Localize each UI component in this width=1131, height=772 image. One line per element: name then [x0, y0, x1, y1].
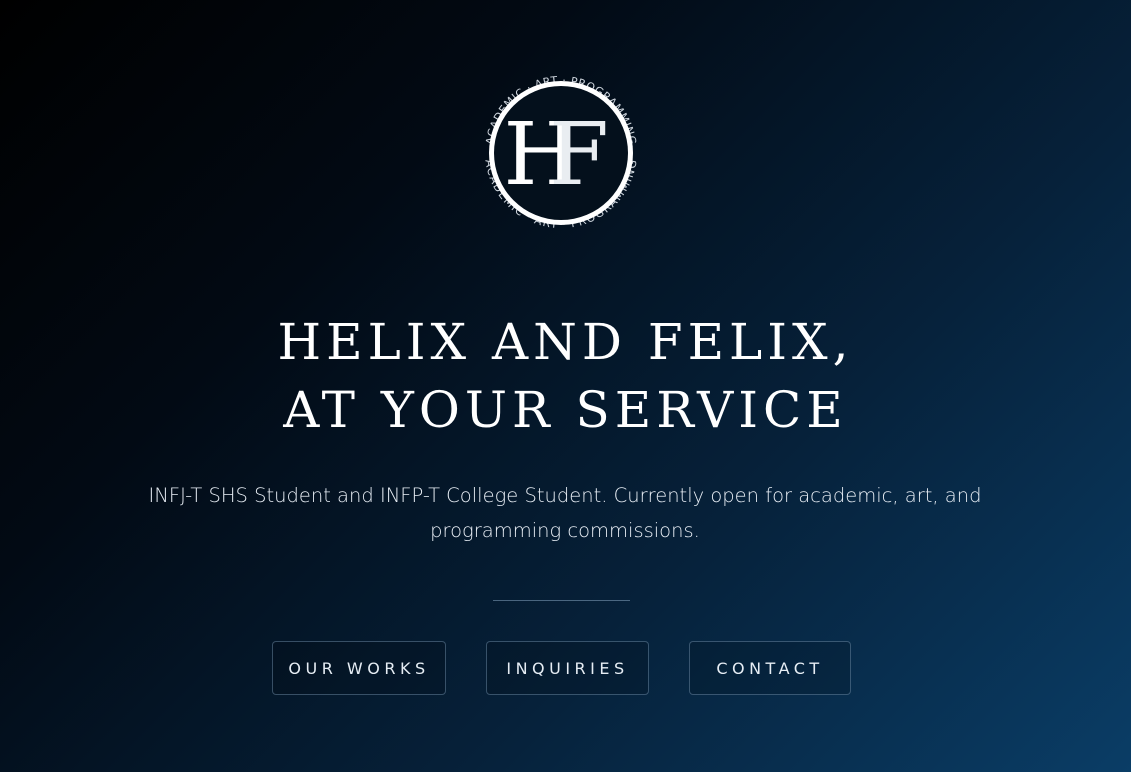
inquiries-button[interactable]: INQUIRIES [486, 641, 649, 695]
divider-line [493, 600, 630, 601]
headline-line-2: AT YOUR SERVICE [283, 381, 848, 439]
logo-monogram-f: F [549, 105, 609, 205]
our-works-button[interactable]: OUR WORKS [272, 641, 446, 695]
hero-section: ACADEMIC · ART · PROGRAMMING ACADEMIC · … [0, 0, 1131, 772]
contact-button[interactable]: CONTACT [689, 641, 851, 695]
hero-tagline: INFJ-T SHS Student and INFP-T College St… [148, 484, 982, 542]
hf-logo: ACADEMIC · ART · PROGRAMMING ACADEMIC · … [471, 62, 651, 242]
hf-logo-emblem: ACADEMIC · ART · PROGRAMMING ACADEMIC · … [482, 74, 639, 231]
page-title: HELIX AND FELIX, AT YOUR SERVICE [0, 308, 1131, 444]
headline-line-1: HELIX AND FELIX, [277, 313, 854, 371]
